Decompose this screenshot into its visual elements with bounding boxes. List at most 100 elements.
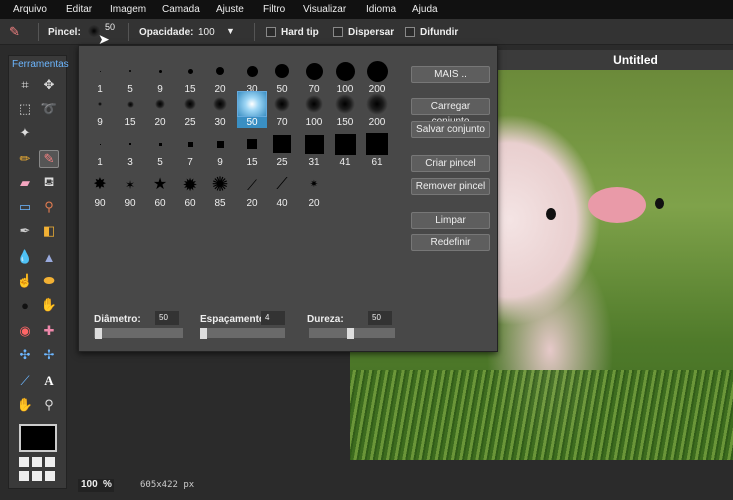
brush-preset[interactable]: 25 xyxy=(175,91,205,131)
menu-arquivo[interactable]: Arquivo xyxy=(13,4,47,15)
blur-icon[interactable]: 💧 xyxy=(15,248,35,266)
brush-preset[interactable]: 150 xyxy=(330,91,360,131)
brush-preset-icon xyxy=(145,91,175,117)
create-brush-button[interactable]: Criar pincel xyxy=(411,155,490,172)
brush-preset-icon xyxy=(299,91,329,117)
brush-preset-label: 3 xyxy=(127,157,133,168)
brush-preset[interactable]: 9 xyxy=(205,131,235,171)
hardness-value[interactable]: 50 xyxy=(368,311,392,325)
brush-preset[interactable]: ✶ 90 xyxy=(115,172,145,212)
brush-preset-icon: ⟋ xyxy=(247,177,257,193)
brush-preset[interactable]: 70 xyxy=(267,91,297,131)
magic-wand-icon[interactable]: ✦ xyxy=(15,124,35,142)
brush-preset-label: 1 xyxy=(97,157,103,168)
menu-editar[interactable]: Editar xyxy=(66,4,92,15)
brush-preset[interactable]: 15 xyxy=(237,131,267,171)
spot-heal-icon[interactable]: ✚ xyxy=(39,322,59,340)
spacing-slider[interactable] xyxy=(200,328,285,338)
crop-icon[interactable]: ⌗ xyxy=(15,76,35,94)
eraser-icon[interactable]: ▰ xyxy=(15,174,35,192)
color-replace-icon[interactable]: ✒ xyxy=(15,222,35,240)
brush-preset[interactable]: 200 xyxy=(362,91,392,131)
brush-preset[interactable]: 100 xyxy=(299,91,329,131)
sharpen-icon[interactable]: ▲ xyxy=(39,248,59,266)
brush-preset-icon xyxy=(299,131,329,157)
paint-bucket-icon[interactable]: ⛾ xyxy=(39,174,59,192)
save-set-button[interactable]: Salvar conjunto xyxy=(411,121,490,138)
brush-preset[interactable]: 15 xyxy=(115,91,145,131)
burn-icon[interactable]: ✋ xyxy=(39,296,59,314)
brush-preset[interactable]: 1 xyxy=(85,131,115,171)
brush-preset[interactable]: ✸ 90 xyxy=(85,172,115,212)
brush-preset[interactable]: ✷ 20 xyxy=(299,172,329,212)
brush-preset[interactable]: 61 xyxy=(362,131,392,171)
brush-preset[interactable]: ⟋ 20 xyxy=(237,172,267,212)
gradient-icon[interactable]: ▭ xyxy=(15,198,35,216)
more-button[interactable]: MAIS .. xyxy=(411,66,490,83)
clone-stamp-icon[interactable]: ⚲ xyxy=(39,198,59,216)
opacity-value[interactable]: 100 xyxy=(198,27,215,38)
diameter-slider[interactable] xyxy=(94,328,183,338)
divider xyxy=(254,23,255,41)
document-title[interactable]: Untitled xyxy=(498,50,733,70)
color-picker-icon[interactable]: ⟋ xyxy=(15,372,35,390)
brush-preset[interactable]: 41 xyxy=(330,131,360,171)
drawing-icon[interactable]: ◧ xyxy=(39,222,59,240)
spacing-value[interactable]: 4 xyxy=(261,311,285,325)
diameter-slider-knob[interactable] xyxy=(95,328,102,339)
smudge-icon[interactable]: ☝ xyxy=(15,272,35,290)
sponge-icon[interactable]: ⬬ xyxy=(39,272,59,290)
menu-camada[interactable]: Camada xyxy=(162,4,200,15)
marquee-icon[interactable]: ⬚ xyxy=(15,100,35,118)
menu-idioma[interactable]: Idioma xyxy=(366,4,396,15)
move-icon[interactable]: ✥ xyxy=(39,76,59,94)
hard-tip-checkbox[interactable] xyxy=(266,27,276,37)
remove-brush-button[interactable]: Remover pincel xyxy=(411,178,490,195)
spacing-slider-knob[interactable] xyxy=(200,328,207,339)
diameter-value[interactable]: 50 xyxy=(155,311,179,325)
type-icon[interactable]: A xyxy=(39,372,59,390)
lasso-icon[interactable]: ➰ xyxy=(39,100,59,118)
brush-preset[interactable]: 31 xyxy=(299,131,329,171)
brush-preset[interactable]: 20 xyxy=(145,91,175,131)
menu-ajuda[interactable]: Ajuda xyxy=(412,4,438,15)
zoom-unit: % xyxy=(103,479,112,490)
brush-preset-label: 100 xyxy=(305,117,323,128)
brush-preset[interactable]: 5 xyxy=(145,131,175,171)
menu-imagem[interactable]: Imagem xyxy=(110,4,146,15)
clear-button[interactable]: Limpar xyxy=(411,212,490,229)
grid-icon[interactable] xyxy=(19,457,57,481)
brush-preset[interactable]: 9 xyxy=(85,91,115,131)
zoom-icon[interactable]: ⚲ xyxy=(39,396,59,414)
brush-icon[interactable]: ✎ xyxy=(39,150,59,168)
brush-preset[interactable]: 3 xyxy=(115,131,145,171)
reset-button[interactable]: Redefinir xyxy=(411,234,490,251)
disperse-checkbox[interactable] xyxy=(333,27,343,37)
brush-preset[interactable]: 25 xyxy=(267,131,297,171)
brush-preset[interactable]: ✹ 60 xyxy=(175,172,205,212)
brush-preset-selected[interactable]: 50 xyxy=(237,91,267,131)
dodge-icon[interactable]: ● xyxy=(15,296,35,314)
pencil-icon[interactable]: ✏ xyxy=(15,150,35,168)
brush-preset-label: 7 xyxy=(187,157,193,168)
primary-color-swatch[interactable] xyxy=(19,424,57,452)
load-set-button[interactable]: Carregar conjunto xyxy=(411,98,490,127)
pinch-icon[interactable]: ✢ xyxy=(39,346,59,364)
brush-preset[interactable]: ★ 60 xyxy=(145,172,175,212)
brush-preset[interactable]: 7 xyxy=(175,131,205,171)
menu-visualizar[interactable]: Visualizar xyxy=(303,4,346,15)
menu-filtro[interactable]: Filtro xyxy=(263,4,285,15)
pig-eye-right xyxy=(655,198,664,209)
brush-preset[interactable]: ✺ 85 xyxy=(205,172,235,212)
menu-ajuste[interactable]: Ajuste xyxy=(216,4,244,15)
diffuse-checkbox[interactable] xyxy=(405,27,415,37)
hardness-slider-knob[interactable] xyxy=(347,328,354,339)
red-eye-icon[interactable]: ◉ xyxy=(15,322,35,340)
bloat-icon[interactable]: ✣ xyxy=(15,346,35,364)
chevron-down-icon[interactable]: ▼ xyxy=(226,26,235,36)
options-bar: ✎ Pincel: 50 ➤ Opacidade: 100 ▼ Hard tip… xyxy=(0,19,733,47)
brush-preset-icon: ✷ xyxy=(309,179,319,190)
hand-icon[interactable]: ✋ xyxy=(15,396,35,414)
brush-preset[interactable]: ⟋ 40 xyxy=(267,172,297,212)
brush-preset[interactable]: 30 xyxy=(205,91,235,131)
